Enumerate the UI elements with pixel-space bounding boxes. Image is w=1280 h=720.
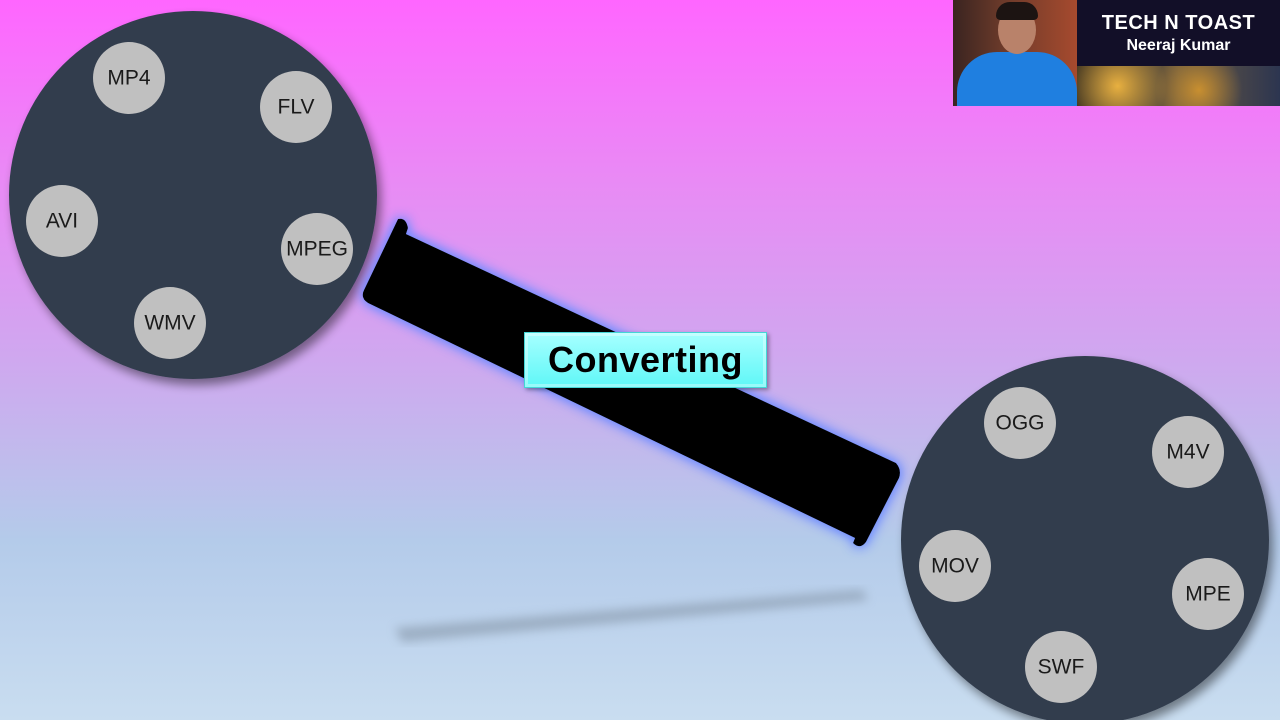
presenter-name: Neeraj Kumar (1126, 36, 1231, 54)
format-label: MOV (931, 555, 979, 578)
format-label: MPE (1185, 583, 1231, 606)
converting-label: Converting (524, 332, 767, 388)
presenter-photo (953, 0, 1077, 106)
format-label: OGG (995, 412, 1044, 435)
band-shadow (395, 590, 868, 642)
format-label: AVI (46, 210, 78, 233)
format-label: M4V (1166, 441, 1209, 464)
presenter-banner: TECH N TOAST Neeraj Kumar (953, 0, 1280, 106)
format-label: SWF (1038, 656, 1085, 679)
city-lights-image (1077, 66, 1280, 106)
format-label: FLV (278, 96, 315, 119)
format-label: WMV (144, 312, 195, 335)
channel-title: TECH N TOAST (1101, 11, 1256, 34)
format-label: MPEG (286, 238, 348, 261)
format-label: MP4 (107, 67, 151, 90)
